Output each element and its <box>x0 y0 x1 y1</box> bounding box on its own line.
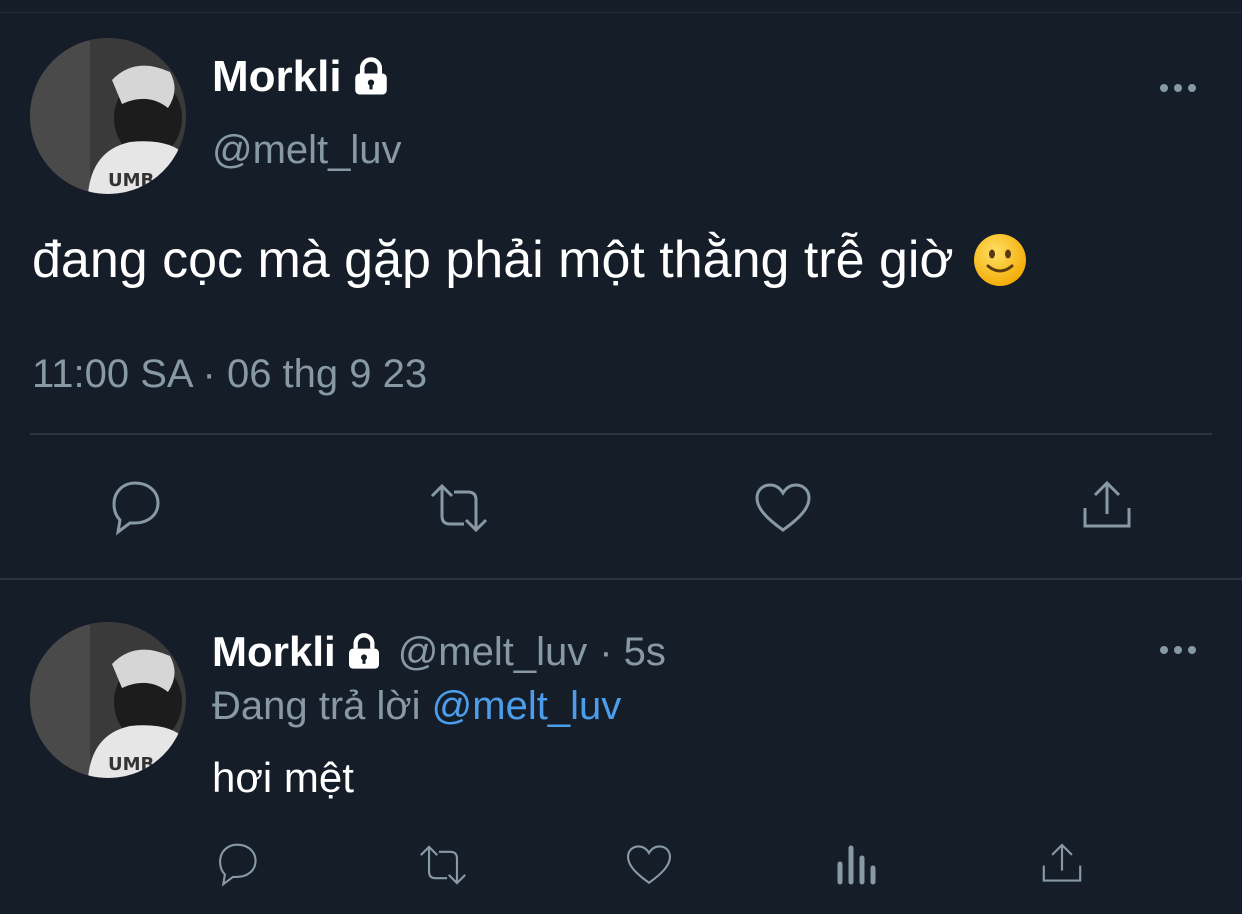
replying-to-prefix: Đang trả lời <box>212 684 421 728</box>
replying-to-mention[interactable]: @melt_luv <box>432 684 622 728</box>
display-name-text[interactable]: Morkli <box>212 628 336 676</box>
divider <box>30 433 1212 435</box>
reply-icon[interactable] <box>212 840 262 888</box>
retweet-icon[interactable] <box>414 842 472 888</box>
display-name-text[interactable]: Morkli <box>212 52 342 102</box>
replying-to-line: Đang trả lời @melt_luv <box>212 684 621 729</box>
analytics-icon[interactable] <box>834 842 878 888</box>
reply-time[interactable]: · 5s <box>599 630 666 675</box>
tweet-text: đang cọc mà gặp phải một thằng trễ giờ <box>32 230 1028 290</box>
avatar-image: UMB <box>30 38 186 194</box>
top-divider <box>0 0 1242 13</box>
avatar[interactable]: UMB <box>30 622 186 778</box>
reply-handle[interactable]: @melt_luv <box>398 630 588 675</box>
lock-icon <box>354 57 387 95</box>
more-options-icon[interactable] <box>1158 640 1198 660</box>
share-icon[interactable] <box>1038 840 1086 888</box>
svg-text:UMB: UMB <box>108 170 154 191</box>
reply-header: Morkli @melt_luv · 5s <box>212 628 666 676</box>
display-name[interactable]: Morkli <box>212 52 392 102</box>
svg-text:UMB: UMB <box>108 754 154 775</box>
lock-icon <box>348 633 379 669</box>
share-icon[interactable] <box>1078 478 1136 534</box>
tweet-timestamp[interactable]: 11:00 SA · 06 thg 9 23 <box>32 352 427 397</box>
like-icon[interactable] <box>752 480 814 536</box>
avatar[interactable]: UMB <box>30 38 186 194</box>
reply-icon[interactable] <box>104 478 166 536</box>
divider <box>0 578 1242 580</box>
like-icon[interactable] <box>624 842 674 888</box>
retweet-icon[interactable] <box>424 480 494 536</box>
more-options-icon[interactable] <box>1158 78 1198 98</box>
reply-text: hơi mệt <box>212 754 354 801</box>
avatar-image: UMB <box>30 622 186 778</box>
slightly-smiling-face-icon <box>973 234 1026 286</box>
tweet-text-content: đang cọc mà gặp phải một thằng trễ giờ <box>32 231 954 289</box>
handle[interactable]: @melt_luv <box>212 128 402 173</box>
